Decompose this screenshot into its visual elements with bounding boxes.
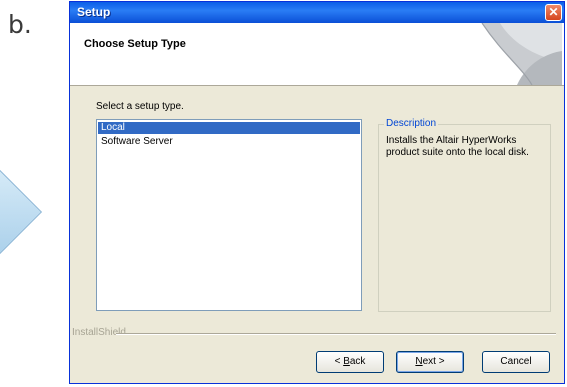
back-button-prefix: < [334,356,344,367]
divider [116,333,556,335]
description-text: Installs the Altair HyperWorks product s… [386,135,529,158]
back-button-accel: B [343,356,350,367]
description-legend: Description [384,118,439,129]
list-item-local[interactable]: Local [98,122,360,134]
next-button-suffix: ext > [422,356,445,367]
list-item-software-server[interactable]: Software Server [98,136,360,148]
header-art-icon [481,23,562,85]
step-label: b. [8,10,32,39]
cancel-button[interactable]: Cancel [482,351,550,373]
back-button[interactable]: < Back [316,351,384,373]
header-panel: Choose Setup Type [70,23,564,86]
setup-window: Setup ✕ Choose Setup Type Select a setup… [69,1,565,384]
next-button[interactable]: Next > [396,351,464,373]
description-group: Description Installs the Altair HyperWor… [378,118,551,312]
close-icon[interactable]: ✕ [545,4,562,21]
window-title: Setup [77,5,111,19]
setup-type-prompt: Select a setup type. [96,101,184,112]
setup-type-list[interactable]: Local Software Server [96,119,362,311]
next-button-accel: N [415,356,423,367]
next-arrow-icon [0,163,43,261]
back-button-suffix: ack [349,356,366,367]
title-bar[interactable]: Setup ✕ [70,2,564,23]
page-title: Choose Setup Type [84,38,186,50]
